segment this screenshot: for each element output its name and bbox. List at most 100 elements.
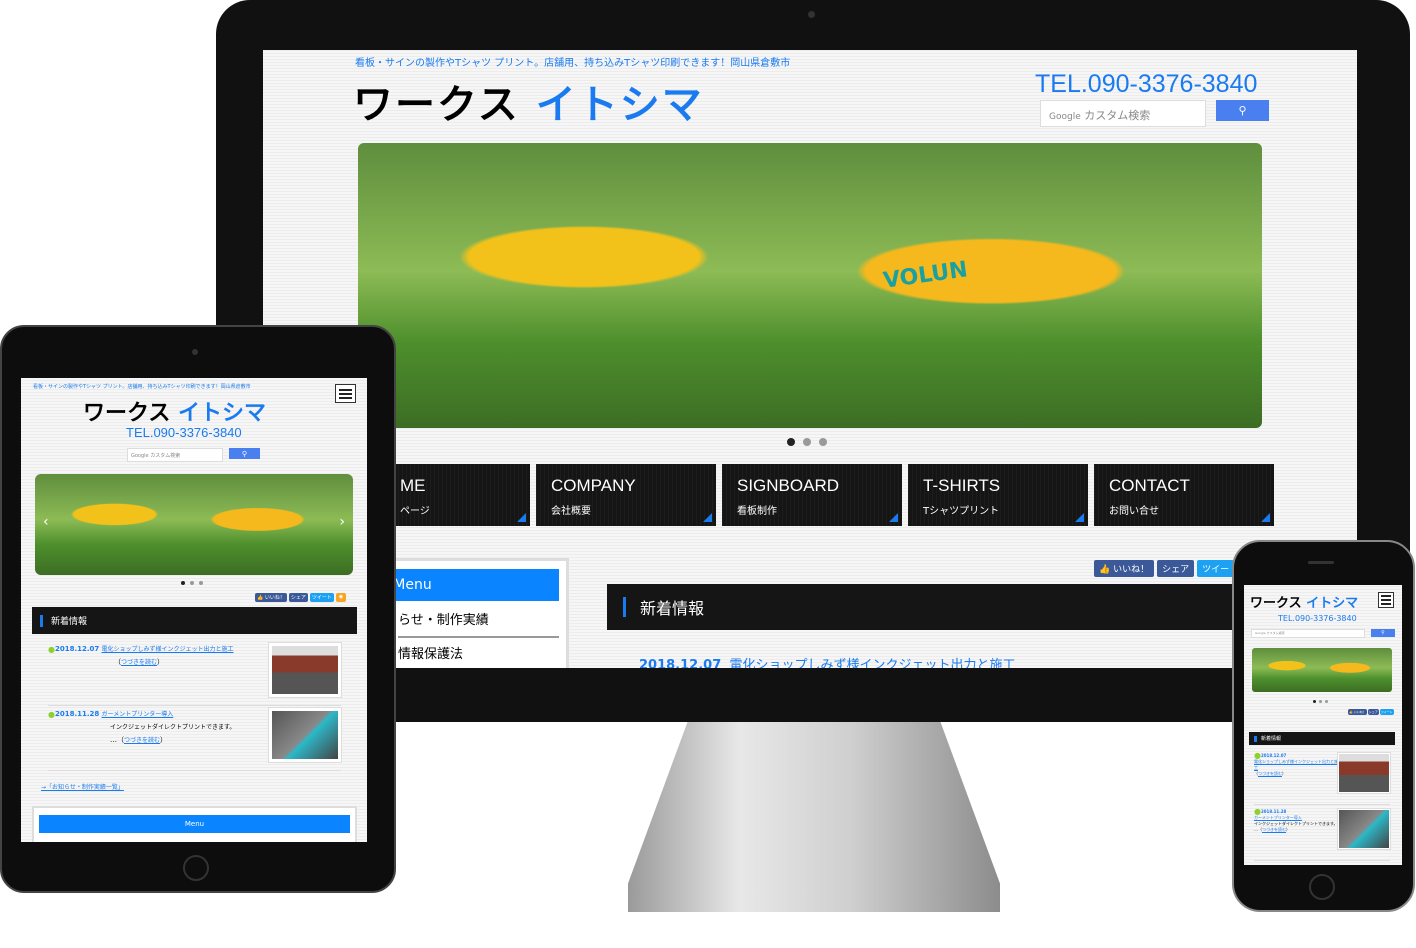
slider-dots[interactable]	[1313, 700, 1328, 703]
slider-dot[interactable]	[819, 438, 827, 446]
news-item: 2018.11.28ガーメントプリンター導入インクジェットダイレクトプリントでき…	[1254, 809, 1390, 861]
news-heading-text: 新着情報	[1261, 736, 1282, 742]
slider-dots[interactable]	[787, 438, 827, 446]
share-button[interactable]: シェア	[1157, 560, 1195, 577]
news-date: 2018.11.28	[48, 710, 99, 718]
nav-sublabel: Tシャツプリント	[923, 506, 1000, 517]
news-date: 2018.11.28	[1254, 809, 1286, 814]
search-placeholder: カスタム検索	[150, 453, 181, 459]
slider-dot[interactable]	[803, 438, 811, 446]
slider-dot[interactable]	[787, 438, 795, 446]
news-description: インクジェットダイレクトプリントできます。	[110, 724, 236, 731]
slider-dot[interactable]	[1313, 700, 1316, 703]
logo-black: ワークス	[83, 401, 171, 426]
logo-blue: イトシマ	[178, 401, 267, 426]
news-description: インクジェットダイレクトプリントできます。	[1254, 821, 1338, 826]
nav-label: ME	[400, 476, 426, 495]
news-thumbnail[interactable]	[269, 643, 341, 697]
slider-dot[interactable]	[199, 581, 203, 585]
logo[interactable]: ワークス イトシマ	[1250, 592, 1358, 611]
desktop-screen: 看板・サインの製作やTシャツ プリント。店舗用、持ち込みTシャツ印刷できます！岡…	[263, 50, 1357, 668]
share-button[interactable]: シェア	[288, 593, 308, 602]
news-link[interactable]: ガーメントプリンター導入	[102, 711, 174, 718]
home-button[interactable]	[183, 855, 209, 881]
tweet-button[interactable]: ツイート	[309, 593, 334, 602]
phone-number: TEL.090-3376-3840	[1035, 70, 1258, 98]
news-date: 2018.12.07	[1254, 753, 1286, 758]
main-nav: ME ページ COMPANY 会社概要 SIGNBOARD 看板制作 T-SHIRTS…	[350, 464, 1274, 526]
shirt-text: VOLUN	[881, 257, 970, 294]
google-label: Google	[1255, 631, 1266, 635]
search-input[interactable]: Google カスタム検索	[1040, 100, 1206, 127]
next-arrow-icon[interactable]: ›	[339, 514, 345, 530]
search-input[interactable]: Google カスタム検索	[1251, 629, 1365, 638]
monitor-stand	[628, 722, 1000, 912]
tagline: 看板・サインの製作やTシャツ プリント。店舗用、持ち込みTシャツ印刷できます！岡…	[355, 58, 791, 69]
nav-sublabel: 会社概要	[551, 506, 591, 517]
search-input[interactable]: Google カスタム検索	[127, 448, 223, 462]
rss-icon[interactable]: ◉	[335, 593, 347, 602]
like-button[interactable]: 👍 いいね！	[1348, 709, 1367, 715]
nav-company[interactable]: COMPANY 会社概要	[536, 464, 716, 526]
news-heading-text: 新着情報	[640, 599, 705, 618]
read-more-link[interactable]: つづきを読む	[124, 737, 160, 744]
prev-arrow-icon[interactable]: ‹	[43, 514, 49, 530]
logo[interactable]: ワークス イトシマ	[353, 72, 704, 130]
search-button[interactable]: ⚲	[1216, 100, 1269, 121]
social-buttons: 👍 いいね！ シェア ツイート	[1348, 709, 1394, 715]
like-button[interactable]: 👍 いいね！	[1094, 560, 1155, 577]
search-icon: ⚲	[1238, 104, 1247, 117]
sidebar-menu-button[interactable]: Menu	[39, 815, 350, 833]
news-link[interactable]: ガーメントプリンター導入	[1254, 815, 1302, 820]
search-icon: ⚲	[241, 449, 248, 458]
slider-dot[interactable]	[1325, 700, 1328, 703]
news-date: 2018.12.07	[48, 645, 99, 653]
read-more-link[interactable]: つづきを読む	[1262, 827, 1286, 832]
news-thumbnail[interactable]	[269, 708, 341, 762]
news-item: 2018.12.07電化ショップしみず様インクジェット出力と施工（つづきを読む）	[1254, 753, 1390, 805]
news-item: 2018.11.28 ガーメントプリンター導入インクジェットダイレクトプリントで…	[48, 708, 341, 771]
hero-slider-image: VOLUN	[358, 143, 1262, 428]
nav-label: SIGNBOARD	[737, 476, 840, 495]
news-thumbnail[interactable]	[1338, 753, 1390, 793]
slider-dot[interactable]	[181, 581, 185, 585]
speaker-icon	[1308, 561, 1334, 564]
tweet-button[interactable]: ツイート	[1379, 709, 1394, 715]
hamburger-menu-icon[interactable]	[335, 384, 356, 403]
logo-blue: イトシマ	[535, 82, 704, 128]
news-date: 2018.12.07	[639, 658, 722, 668]
tablet-screen: 看板・サインの製作やTシャツ プリント。店舗用、持ち込みTシャツ印刷できます！岡…	[21, 378, 367, 842]
like-button[interactable]: 👍 いいね！	[255, 593, 287, 602]
search-box: Google カスタム検索 ⚲	[1040, 100, 1269, 127]
nav-contact[interactable]: CONTACT お問い合せ	[1094, 464, 1274, 526]
read-more-link[interactable]: つづきを読む	[121, 659, 157, 666]
tweet-button[interactable]: ツイー	[1197, 560, 1235, 577]
slider-dot[interactable]	[190, 581, 194, 585]
nav-signboard[interactable]: SIGNBOARD 看板制作	[722, 464, 902, 526]
hamburger-menu-icon[interactable]	[1378, 592, 1394, 608]
heading-accent	[40, 614, 43, 627]
sidebar: Menu	[32, 806, 357, 842]
news-link[interactable]: 電化ショップしみず様インクジェット出力と施工	[1254, 759, 1338, 770]
search-button[interactable]: ⚲	[229, 448, 260, 459]
google-label: Google	[131, 453, 149, 459]
home-button[interactable]	[1309, 874, 1335, 900]
search-button[interactable]: ⚲	[1371, 629, 1395, 637]
news-link[interactable]: 電化ショップしみず様インクジェット出力と施工	[102, 646, 234, 653]
nav-sublabel: お問い合せ	[1109, 506, 1159, 517]
news-thumbnail[interactable]	[1338, 809, 1390, 849]
ellipsis: …	[110, 736, 117, 744]
heading-accent	[1254, 735, 1257, 742]
camera-icon	[192, 349, 198, 355]
read-more-link[interactable]: つづきを読む	[1258, 771, 1282, 776]
sidebar-item[interactable]: 情報保護法	[398, 643, 559, 668]
news-link[interactable]: 電化ショップしみず様インクジェット出力と施工	[730, 658, 1016, 668]
slider-dots[interactable]	[181, 581, 203, 585]
all-news-link[interactable]: →「お知らせ・制作実績一覧」	[41, 782, 124, 791]
share-button[interactable]: シェア	[1367, 709, 1379, 715]
nav-label: COMPANY	[551, 476, 636, 495]
nav-tshirts[interactable]: T-SHIRTS Tシャツプリント	[908, 464, 1088, 526]
sidebar-item[interactable]: らせ・制作実績	[398, 609, 559, 638]
logo[interactable]: ワークス イトシマ	[83, 395, 266, 427]
slider-dot[interactable]	[1319, 700, 1322, 703]
